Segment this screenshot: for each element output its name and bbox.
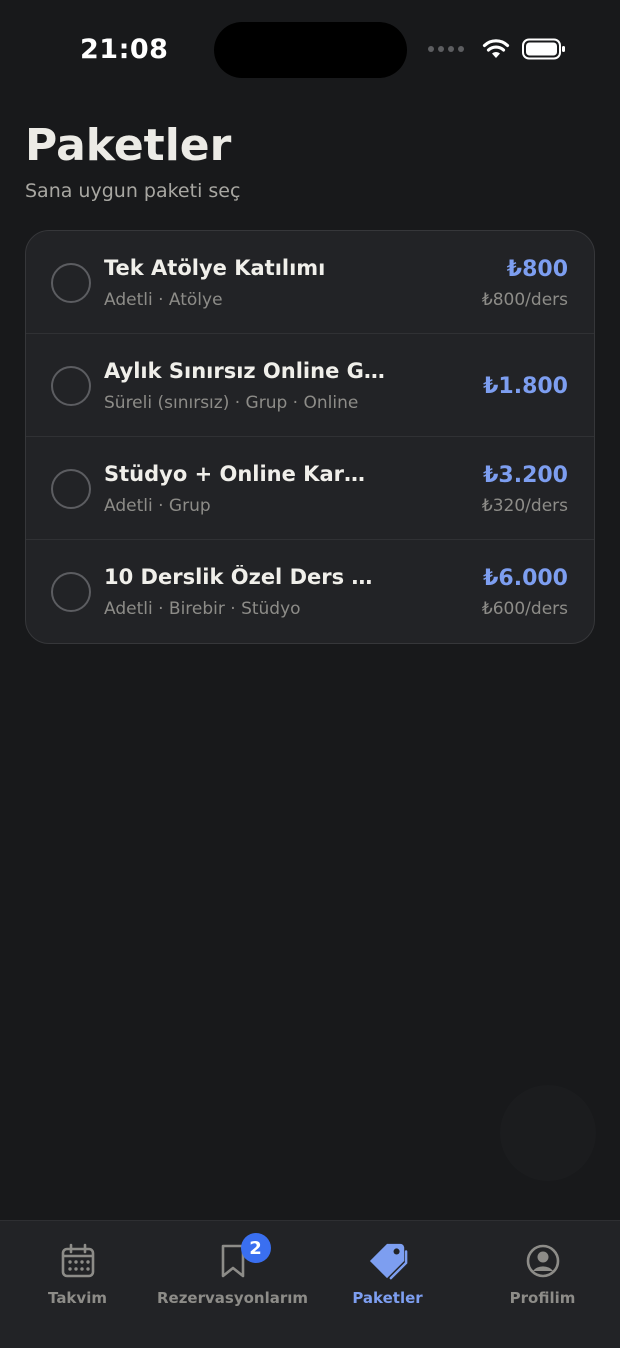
package-item[interactable]: Tek Atölye Katılımı Adetli · Atölye ₺800… — [26, 231, 594, 334]
package-radio[interactable] — [51, 572, 91, 612]
package-meta: Adetli · Atölye — [104, 290, 223, 310]
package-name: Stüdyo + Online Karma Grup (10 Ders) — [104, 462, 386, 486]
status-bar: 21:08 — [0, 0, 620, 100]
tab-bar: Takvim 2 Rezervasyonlarım Paketler Profi… — [0, 1220, 620, 1348]
tag-icon — [368, 1241, 408, 1281]
package-price: ₺800 — [506, 257, 568, 282]
calendar-icon — [58, 1241, 98, 1281]
tab-profilim[interactable]: Profilim — [465, 1221, 620, 1321]
status-indicators — [428, 38, 566, 60]
package-radio[interactable] — [51, 366, 91, 406]
package-item[interactable]: Stüdyo + Online Karma Grup (10 Ders) Ade… — [26, 437, 594, 540]
package-item[interactable]: 10 Derslik Özel Ders Paketi Adetli · Bir… — [26, 540, 594, 643]
package-list: Tek Atölye Katılımı Adetli · Atölye ₺800… — [25, 230, 595, 644]
package-unit-price: ₺320/ders — [481, 496, 568, 516]
reservation-count-badge: 2 — [240, 1233, 271, 1263]
floating-button-ghost — [500, 1085, 596, 1181]
tab-paketler[interactable]: Paketler — [310, 1221, 465, 1321]
package-price: ₺1.800 — [483, 374, 568, 399]
package-unit-price: ₺800/ders — [481, 290, 568, 310]
tab-label: Profilim — [509, 1289, 576, 1307]
wifi-icon — [482, 39, 510, 58]
package-item[interactable]: Aylık Sınırsız Online Grup Süreli (sınır… — [26, 334, 594, 437]
package-meta: Adetli · Birebir · Stüdyo — [104, 599, 301, 619]
package-name: Tek Atölye Katılımı — [104, 256, 326, 280]
tab-label: Rezervasyonlarım — [156, 1289, 309, 1307]
package-price: ₺6.000 — [483, 566, 568, 591]
bookmark-icon: 2 — [213, 1233, 271, 1281]
tab-label: Paketler — [352, 1289, 423, 1307]
package-name: Aylık Sınırsız Online Grup — [104, 359, 386, 383]
tab-rezervasyonlarim[interactable]: 2 Rezervasyonlarım — [155, 1221, 310, 1321]
package-radio[interactable] — [51, 263, 91, 303]
app-screen: 21:08 Paketler Sana uygun paketi seç Tek… — [0, 0, 620, 1348]
package-name: 10 Derslik Özel Ders Paketi — [104, 565, 386, 589]
battery-icon — [522, 38, 565, 60]
package-radio[interactable] — [51, 469, 91, 509]
page-subtitle: Sana uygun paketi seç — [25, 180, 241, 202]
package-meta: Adetli · Grup — [104, 496, 211, 516]
profile-icon — [523, 1241, 563, 1281]
cellular-signal-icon — [428, 46, 464, 52]
package-price: ₺3.200 — [483, 463, 568, 488]
page-title: Paketler — [25, 120, 232, 171]
dynamic-island — [214, 22, 407, 78]
tab-takvim[interactable]: Takvim — [0, 1221, 155, 1321]
status-time: 21:08 — [80, 34, 169, 65]
package-meta: Süreli (sınırsız) · Grup · Online — [104, 393, 359, 413]
tab-label: Takvim — [48, 1289, 107, 1307]
package-unit-price: ₺600/ders — [481, 599, 568, 619]
